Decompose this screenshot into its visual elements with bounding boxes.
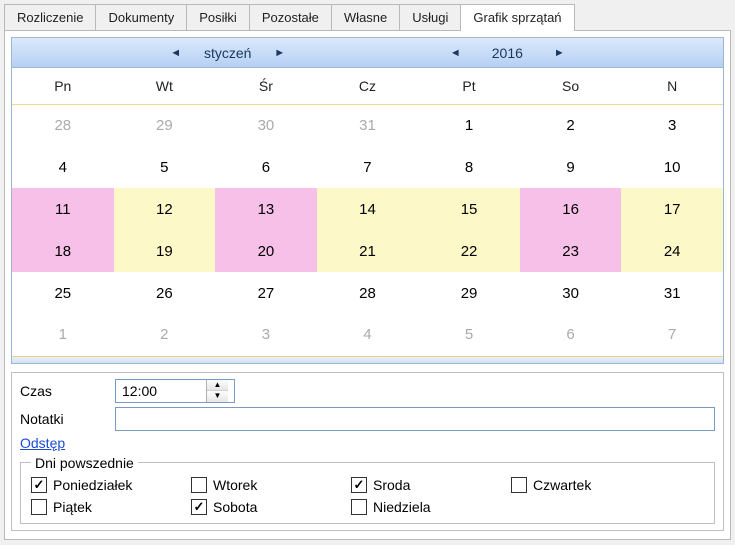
weekday-checkbox-label: Niedziela [373, 499, 431, 515]
calendar-day[interactable]: 19 [114, 230, 216, 272]
calendar-day[interactable]: 22 [418, 230, 520, 272]
prev-year-button[interactable]: ◄ [443, 47, 467, 59]
weekday-header: Pn [12, 68, 114, 104]
weekday-checkbox-label: Czwartek [533, 477, 591, 493]
calendar-day[interactable]: 30 [520, 272, 622, 314]
calendar-day[interactable]: 14 [317, 188, 419, 230]
month-label[interactable]: styczeń [188, 45, 268, 61]
calendar-day[interactable]: 27 [215, 272, 317, 314]
calendar-day[interactable]: 17 [621, 188, 723, 230]
tab-1[interactable]: Dokumenty [95, 4, 187, 30]
time-spin-down[interactable]: ▼ [207, 391, 228, 402]
weekday-header: N [621, 68, 723, 104]
weekday-checkbox-item[interactable]: Sobota [191, 499, 351, 515]
tab-2[interactable]: Posiłki [186, 4, 250, 30]
calendar-day[interactable]: 28 [12, 104, 114, 146]
checkbox-icon[interactable] [31, 499, 47, 515]
calendar-header: ◄ styczeń ► ◄ 2016 ► [12, 38, 723, 68]
tab-bar: RozliczenieDokumentyPosiłkiPozostałeWłas… [0, 0, 735, 30]
next-month-button[interactable]: ► [268, 47, 292, 59]
checkbox-icon[interactable] [31, 477, 47, 493]
weekday-header: So [520, 68, 622, 104]
calendar-day[interactable]: 20 [215, 230, 317, 272]
weekday-checkbox-label: Sobota [213, 499, 257, 515]
calendar-grid: PnWtŚrCzPtSoN 28293031123456789101112131… [12, 68, 723, 357]
checkbox-icon[interactable] [511, 477, 527, 493]
calendar-day[interactable]: 1 [12, 314, 114, 356]
checkbox-icon[interactable] [191, 477, 207, 493]
calendar-day[interactable]: 7 [317, 146, 419, 188]
calendar-day[interactable]: 16 [520, 188, 622, 230]
calendar-day[interactable]: 12 [114, 188, 216, 230]
calendar-day[interactable]: 3 [215, 314, 317, 356]
calendar-day[interactable]: 23 [520, 230, 622, 272]
weekday-checkbox-item[interactable]: Sroda [351, 477, 511, 493]
calendar-day[interactable]: 25 [12, 272, 114, 314]
tab-0[interactable]: Rozliczenie [4, 4, 96, 30]
weekday-header: Cz [317, 68, 419, 104]
time-label: Czas [20, 383, 115, 399]
calendar-day[interactable]: 28 [317, 272, 419, 314]
weekday-checkbox-label: Piątek [53, 499, 92, 515]
year-label[interactable]: 2016 [467, 45, 547, 61]
calendar-day[interactable]: 24 [621, 230, 723, 272]
calendar-day[interactable]: 9 [520, 146, 622, 188]
time-input-wrapper: ▲ ▼ [115, 379, 235, 403]
calendar-day[interactable]: 3 [621, 104, 723, 146]
calendar-day[interactable]: 4 [317, 314, 419, 356]
calendar-day[interactable]: 2 [114, 314, 216, 356]
weekday-checkbox-label: Poniedziałek [53, 477, 132, 493]
weekday-checkbox-item[interactable]: Wtorek [191, 477, 351, 493]
calendar-day[interactable]: 31 [317, 104, 419, 146]
time-input[interactable] [116, 380, 206, 402]
calendar: ◄ styczeń ► ◄ 2016 ► PnWtŚrCzPtSoN 28293… [11, 37, 724, 364]
tab-6[interactable]: Grafik sprzątań [460, 4, 574, 31]
tab-3[interactable]: Pozostałe [249, 4, 332, 30]
calendar-day[interactable]: 5 [114, 146, 216, 188]
checkbox-icon[interactable] [191, 499, 207, 515]
calendar-day[interactable]: 29 [114, 104, 216, 146]
calendar-day[interactable]: 1 [418, 104, 520, 146]
weekday-checkbox-label: Sroda [373, 477, 410, 493]
calendar-day[interactable]: 15 [418, 188, 520, 230]
tab-5[interactable]: Usługi [399, 4, 461, 30]
prev-month-button[interactable]: ◄ [164, 47, 188, 59]
calendar-day[interactable]: 11 [12, 188, 114, 230]
weekdays-group: Dni powszednie Poniedziałek Wtorek Sroda Cz… [20, 455, 715, 524]
tab-4[interactable]: Własne [331, 4, 400, 30]
calendar-day[interactable]: 8 [418, 146, 520, 188]
weekday-header: Pt [418, 68, 520, 104]
notes-input[interactable] [115, 407, 715, 431]
weekday-header: Śr [215, 68, 317, 104]
calendar-day[interactable]: 2 [520, 104, 622, 146]
time-spin-up[interactable]: ▲ [207, 380, 228, 392]
calendar-day[interactable]: 21 [317, 230, 419, 272]
calendar-day[interactable]: 7 [621, 314, 723, 356]
weekday-checkbox-item[interactable]: Czwartek [511, 477, 671, 493]
weekday-checkbox-item[interactable]: Niedziela [351, 499, 511, 515]
notes-label: Notatki [20, 411, 115, 427]
weekdays-legend: Dni powszednie [31, 455, 138, 471]
weekday-checkbox-label: Wtorek [213, 477, 257, 493]
weekday-checkbox-item[interactable]: Piątek [31, 499, 191, 515]
calendar-day[interactable]: 13 [215, 188, 317, 230]
calendar-day[interactable]: 5 [418, 314, 520, 356]
weekday-header: Wt [114, 68, 216, 104]
calendar-day[interactable]: 10 [621, 146, 723, 188]
calendar-day[interactable]: 6 [215, 146, 317, 188]
checkbox-icon[interactable] [351, 477, 367, 493]
checkbox-icon[interactable] [351, 499, 367, 515]
weekday-checkbox-item[interactable]: Poniedziałek [31, 477, 191, 493]
calendar-day[interactable]: 4 [12, 146, 114, 188]
calendar-day[interactable]: 30 [215, 104, 317, 146]
next-year-button[interactable]: ► [547, 47, 571, 59]
cleaning-form: Czas ▲ ▼ Notatki Odstęp Dni powszednie P… [11, 372, 724, 531]
interval-link[interactable]: Odstęp [20, 435, 65, 451]
calendar-day[interactable]: 29 [418, 272, 520, 314]
calendar-day[interactable]: 6 [520, 314, 622, 356]
calendar-day[interactable]: 18 [12, 230, 114, 272]
calendar-day[interactable]: 31 [621, 272, 723, 314]
tab-panel: ◄ styczeń ► ◄ 2016 ► PnWtŚrCzPtSoN 28293… [4, 30, 731, 540]
calendar-day[interactable]: 26 [114, 272, 216, 314]
